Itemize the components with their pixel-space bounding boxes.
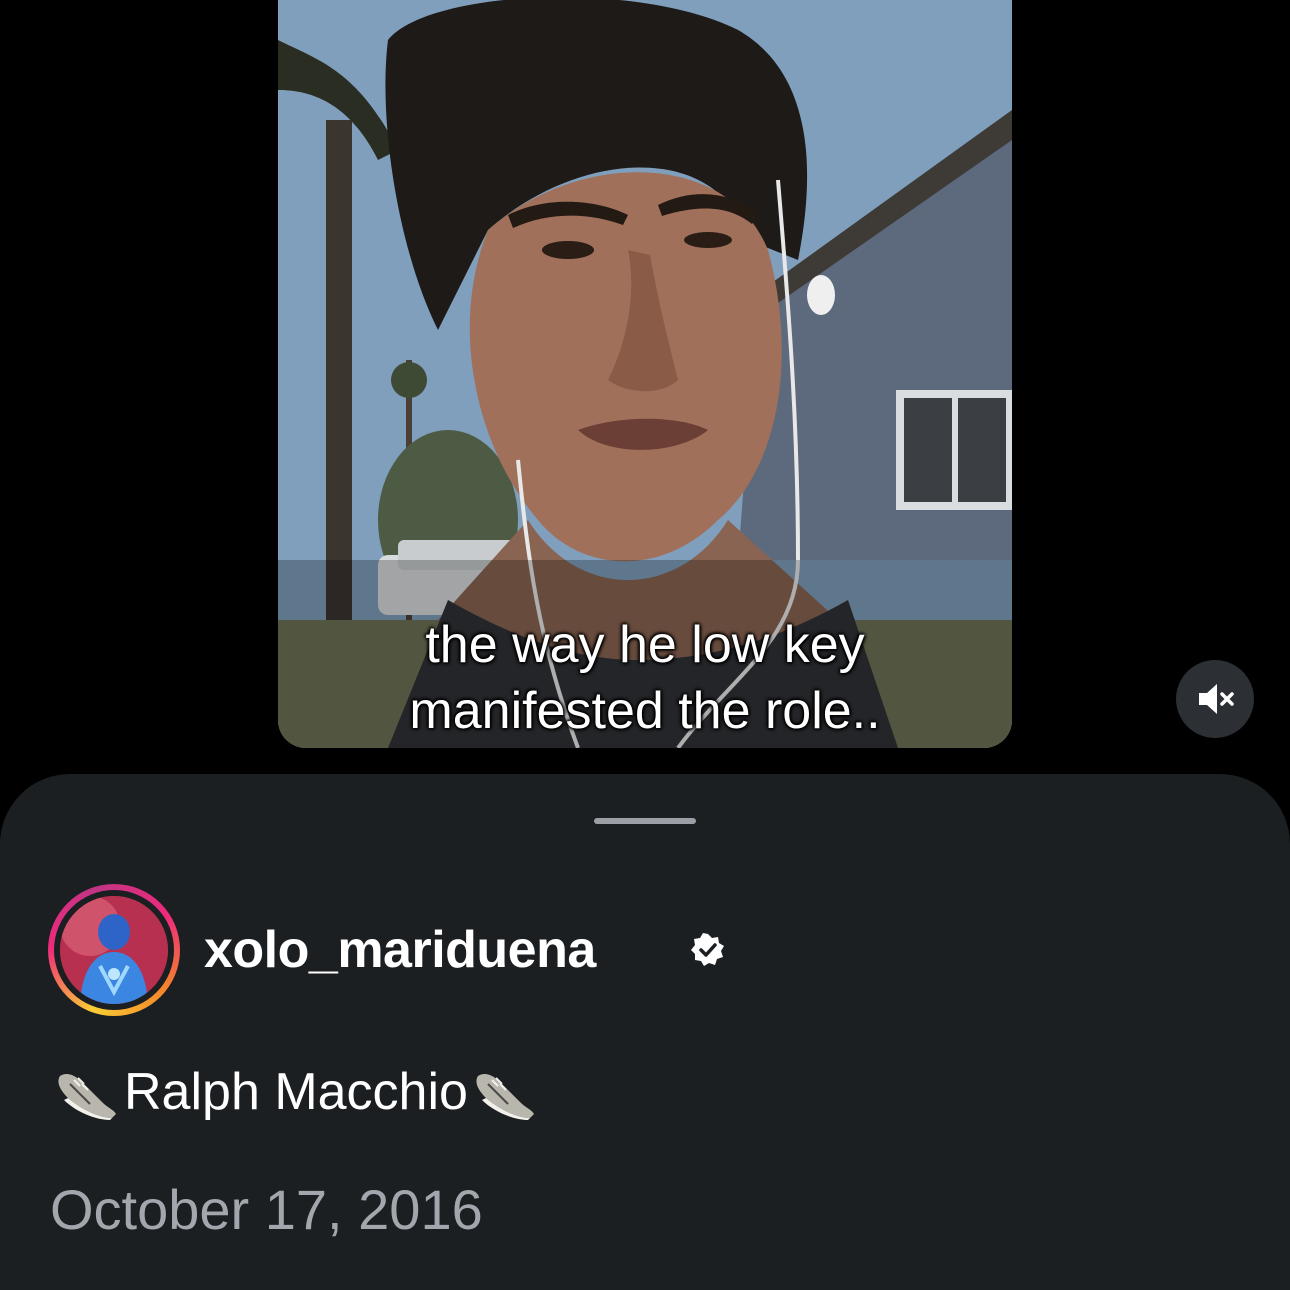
- verified-badge-icon: [691, 933, 724, 966]
- story-ring[interactable]: [48, 884, 180, 1016]
- avatar-border: [54, 890, 174, 1010]
- video-caption-line-2: manifested the role..: [409, 682, 881, 740]
- video-caption: the way he low key manifested the role..: [278, 612, 1012, 744]
- speaker-muted-icon: [1199, 684, 1234, 714]
- video-area[interactable]: the way he low key manifested the role..: [0, 0, 1290, 780]
- sheet-drag-handle[interactable]: [594, 818, 696, 824]
- avatar[interactable]: [60, 896, 168, 1004]
- username[interactable]: xolo_mariduena: [204, 920, 596, 980]
- avatar-image: [60, 896, 168, 1004]
- mute-button[interactable]: [1176, 660, 1254, 738]
- post-caption-text: Ralph Macchio: [124, 1063, 468, 1121]
- athletic-shoe-emoji-icon: [58, 1074, 116, 1120]
- post-details-sheet[interactable]: xolo_mariduena Ralph Macchio October 17,…: [0, 774, 1290, 1290]
- athletic-shoe-emoji-icon: [476, 1074, 534, 1120]
- post-date: October 17, 2016: [50, 1178, 483, 1241]
- video-caption-line-1: the way he low key: [425, 616, 865, 674]
- post-caption: Ralph Macchio: [52, 1056, 540, 1128]
